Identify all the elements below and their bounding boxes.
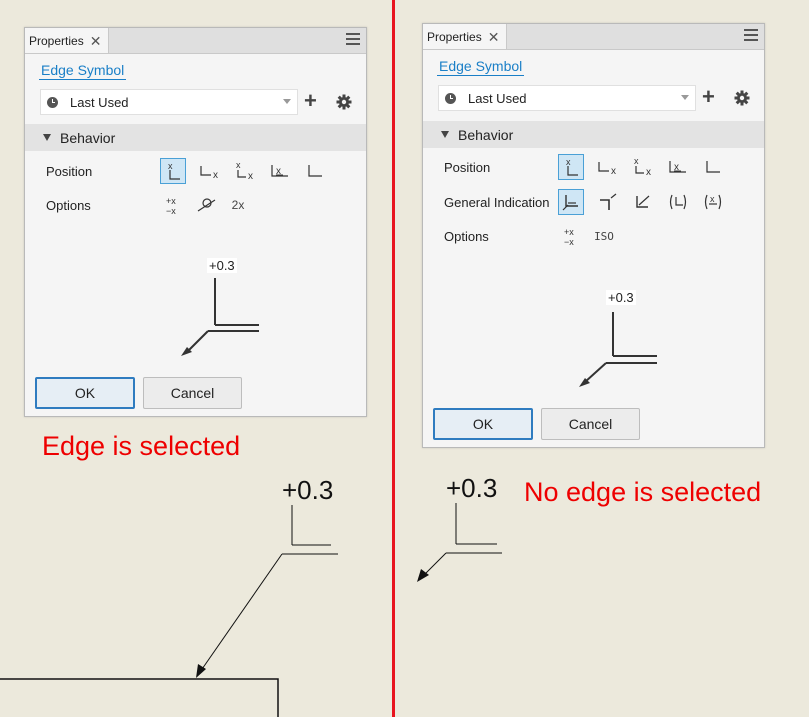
selected-edge-body[interactable] xyxy=(0,678,279,717)
edge-symbol-left[interactable] xyxy=(196,505,338,678)
edge-symbol-right[interactable] xyxy=(417,503,502,582)
canvas-drawing xyxy=(0,503,502,717)
